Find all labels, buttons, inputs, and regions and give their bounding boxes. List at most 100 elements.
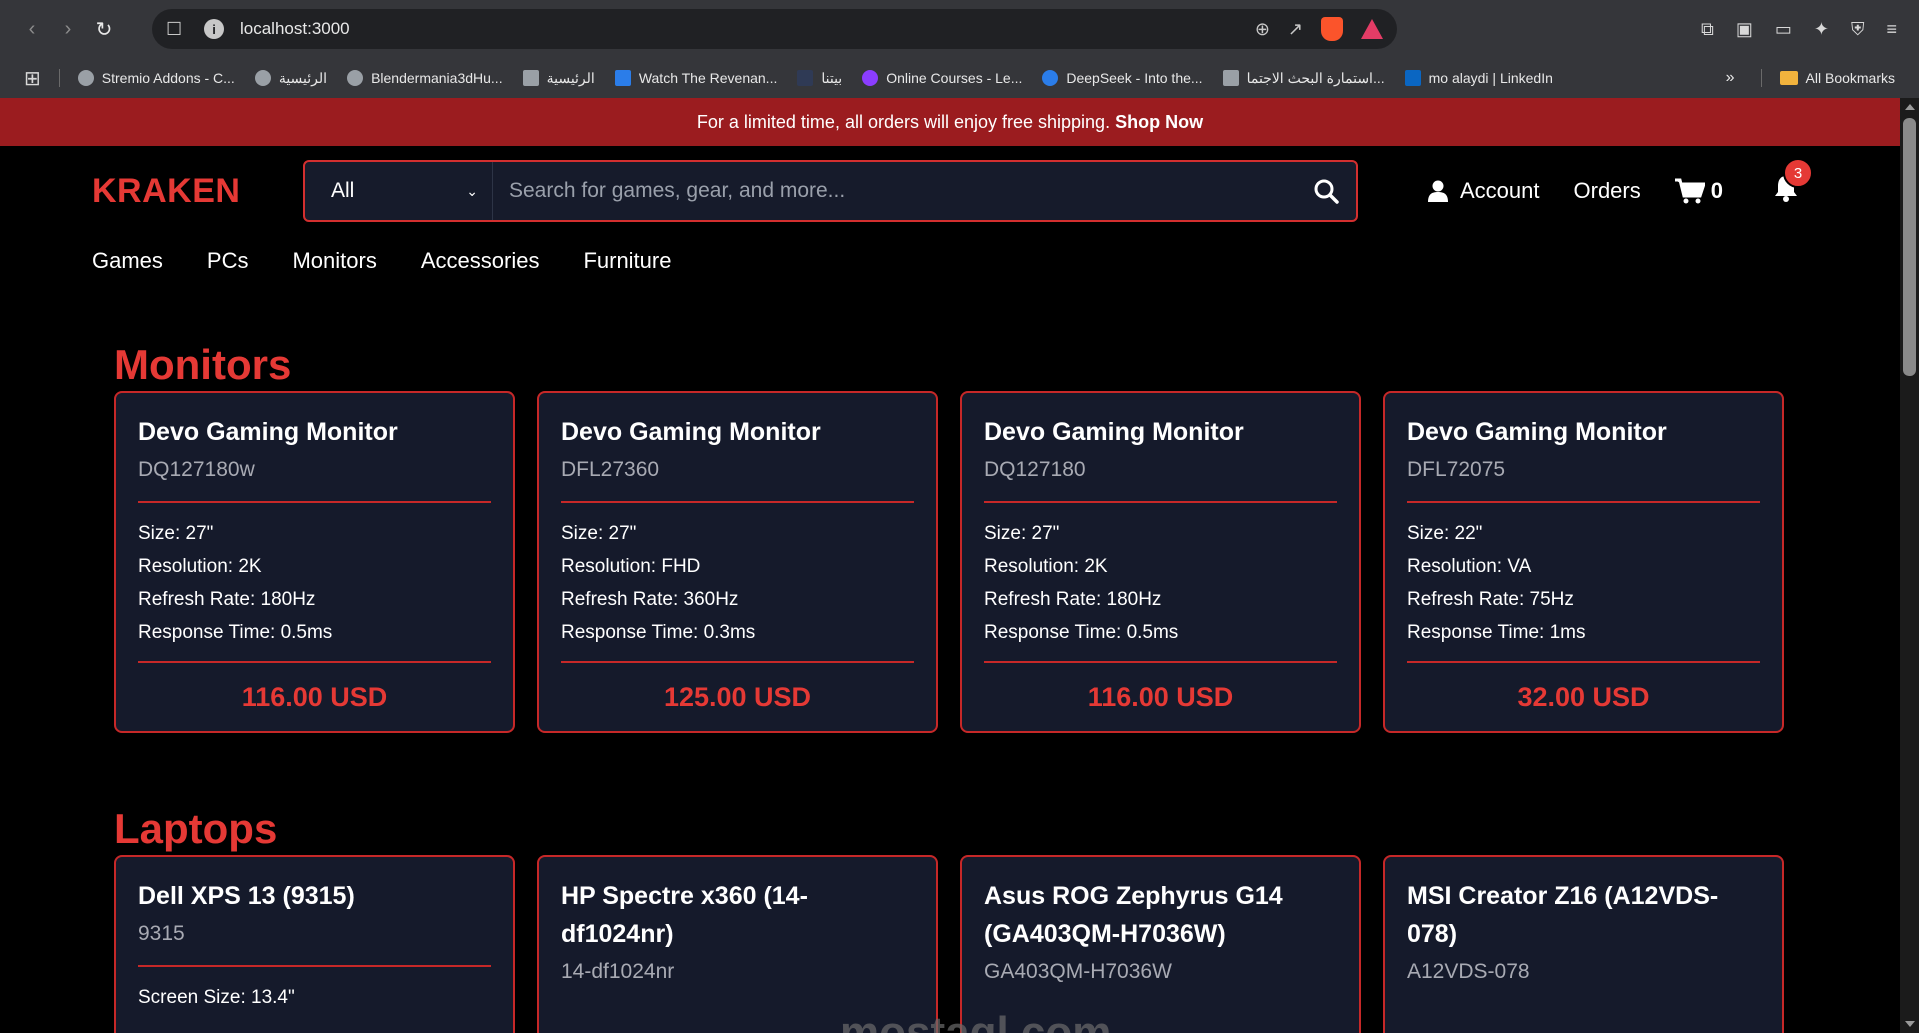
bookmark-item[interactable]: الرئيسية	[513, 70, 605, 87]
brave-rewards-icon[interactable]	[1361, 19, 1383, 39]
spec-line: Refresh Rate: 360Hz	[561, 589, 739, 610]
product-name: Devo Gaming Monitor	[984, 418, 1244, 446]
bookmark-item[interactable]: DeepSeek - Into the...	[1032, 70, 1212, 86]
chevron-down-icon: ⌄	[466, 182, 478, 199]
bookmark-label: استمارة البحث الاجتما...	[1246, 69, 1385, 86]
product-model: GA403QM-H7036W	[984, 960, 1172, 983]
site-header: KRAKEN All ⌄ Account Orders 0 3	[0, 146, 1900, 236]
url-text[interactable]: localhost:3000	[240, 19, 1255, 39]
divider	[561, 661, 914, 663]
globe-icon	[254, 70, 271, 86]
monitors-section: Monitors Devo Gaming Monitor DQ127180w S…	[0, 341, 1900, 733]
share-icon[interactable]: ↗	[1288, 19, 1303, 40]
spec-line: Size: 27"	[561, 523, 637, 544]
back-icon[interactable]: ‹	[14, 11, 50, 47]
product-card[interactable]: Devo Gaming Monitor DFL27360 Size: 27" R…	[537, 391, 938, 733]
bookmark-item[interactable]: Stremio Addons - C...	[68, 70, 245, 86]
search-input[interactable]	[493, 162, 1296, 220]
spec-line: Response Time: 0.5ms	[138, 622, 333, 643]
vpn-icon[interactable]: ⛨	[1851, 19, 1865, 40]
product-model: DQ127180w	[138, 458, 255, 481]
logo[interactable]: KRAKEN	[92, 172, 303, 211]
divider	[1407, 501, 1760, 503]
wallet-icon[interactable]: ▭	[1775, 19, 1792, 40]
bookmark-label: DeepSeek - Into the...	[1066, 70, 1203, 86]
product-name: Asus ROG Zephyrus G14 (GA403QM-H7036W)	[984, 882, 1283, 948]
brave-shields-icon[interactable]	[1321, 17, 1343, 41]
scroll-down-icon[interactable]	[1905, 1021, 1915, 1027]
divider	[138, 965, 491, 967]
udemy-icon	[862, 70, 879, 86]
address-bar[interactable]: ☐ i localhost:3000 ⊕ ↗	[152, 9, 1397, 49]
forward-icon[interactable]: ›	[50, 11, 86, 47]
spec-line: Refresh Rate: 75Hz	[1407, 589, 1574, 610]
sidebar-icon[interactable]: ▣	[1736, 19, 1753, 40]
product-card[interactable]: HP Spectre x360 (14-df1024nr) 14-df1024n…	[537, 855, 938, 1033]
bookmarks-divider	[1760, 69, 1762, 87]
site-icon	[797, 70, 814, 86]
apps-icon[interactable]: ⊞	[14, 66, 51, 91]
bookmark-item[interactable]: Watch The Revenan...	[605, 70, 788, 86]
folder-icon	[1779, 71, 1798, 85]
zoom-icon[interactable]: ⊕	[1255, 19, 1270, 40]
bookmark-label: Online Courses - Le...	[886, 70, 1023, 86]
bookmark-label: بيتنا	[821, 69, 843, 86]
product-card[interactable]: Asus ROG Zephyrus G14 (GA403QM-H7036W) G…	[960, 855, 1361, 1033]
spec-line: Resolution: 2K	[138, 556, 262, 577]
cart-button[interactable]: 0	[1674, 178, 1723, 204]
spec-line: Refresh Rate: 180Hz	[138, 589, 316, 610]
nav-monitors[interactable]: Monitors	[292, 248, 376, 274]
all-bookmarks-label: All Bookmarks	[1805, 70, 1895, 86]
x-site-icon	[522, 70, 539, 86]
bookmark-item[interactable]: Blendermania3dHu...	[337, 70, 513, 86]
spec-line: Refresh Rate: 180Hz	[984, 589, 1162, 610]
notifications-button[interactable]: 3	[1773, 158, 1813, 208]
bookmark-label: الرئيسية	[278, 69, 328, 86]
scrollbar-thumb[interactable]	[1903, 118, 1916, 376]
product-price: 32.00 USD	[1517, 682, 1650, 712]
nav-furniture[interactable]: Furniture	[583, 248, 671, 274]
shop-now-link[interactable]: Shop Now	[1115, 112, 1203, 133]
nav-pcs[interactable]: PCs	[207, 248, 249, 274]
product-model: DQ127180	[984, 458, 1086, 481]
search-category-select[interactable]: All ⌄	[305, 162, 493, 220]
bookmarks-bar: ⊞ Stremio Addons - C... الرئيسية Blender…	[0, 58, 1919, 98]
product-name: Dell XPS 13 (9315)	[138, 882, 355, 910]
leo-ai-icon[interactable]: ✦	[1814, 19, 1829, 40]
search-bar: All ⌄	[303, 160, 1358, 222]
product-card[interactable]: Devo Gaming Monitor DQ127180w Size: 27" …	[114, 391, 515, 733]
nav-games[interactable]: Games	[92, 248, 163, 274]
bookmark-page-icon[interactable]: ☐	[166, 19, 194, 40]
divider	[984, 501, 1337, 503]
page-scrollbar[interactable]	[1900, 98, 1919, 1033]
bookmark-item[interactable]: Online Courses - Le...	[852, 70, 1032, 86]
bookmarks-divider	[58, 69, 60, 87]
product-card[interactable]: Dell XPS 13 (9315) 9315 Screen Size: 13.…	[114, 855, 515, 1033]
bookmark-item[interactable]: mo alaydi | LinkedIn	[1395, 70, 1563, 86]
all-bookmarks-button[interactable]: All Bookmarks	[1770, 70, 1905, 86]
section-title: Monitors	[114, 341, 292, 388]
account-link[interactable]: Account	[1428, 178, 1540, 204]
orders-link[interactable]: Orders	[1574, 178, 1641, 204]
product-card[interactable]: Devo Gaming Monitor DQ127180 Size: 27" R…	[960, 391, 1361, 733]
product-card[interactable]: Devo Gaming Monitor DFL72075 Size: 22" R…	[1383, 391, 1784, 733]
nav-accessories[interactable]: Accessories	[421, 248, 540, 274]
scroll-up-icon[interactable]	[1905, 104, 1915, 110]
divider	[561, 501, 914, 503]
bookmark-item[interactable]: بيتنا	[787, 70, 852, 87]
product-card[interactable]: MSI Creator Z16 (A12VDS-078) A12VDS-078	[1383, 855, 1784, 1033]
reload-icon[interactable]: ↻	[86, 11, 122, 47]
bookmark-label: الرئيسية	[546, 69, 595, 86]
spec-line: Resolution: 2K	[984, 556, 1108, 577]
page: For a limited time, all orders will enjo…	[0, 98, 1919, 1033]
product-model: A12VDS-078	[1407, 960, 1530, 983]
menu-icon[interactable]: ≡	[1886, 19, 1897, 40]
extensions-icon[interactable]: ⧉	[1701, 19, 1714, 40]
product-model: 14-df1024nr	[561, 960, 675, 983]
bookmark-item[interactable]: استمارة البحث الاجتما...	[1213, 70, 1395, 87]
bookmark-item[interactable]: الرئيسية	[245, 70, 337, 87]
site-info-icon[interactable]: i	[204, 19, 224, 39]
spec-line: Size: 22"	[1407, 523, 1483, 544]
search-button[interactable]	[1296, 162, 1356, 220]
more-bookmarks-button[interactable]: »	[1726, 69, 1753, 87]
